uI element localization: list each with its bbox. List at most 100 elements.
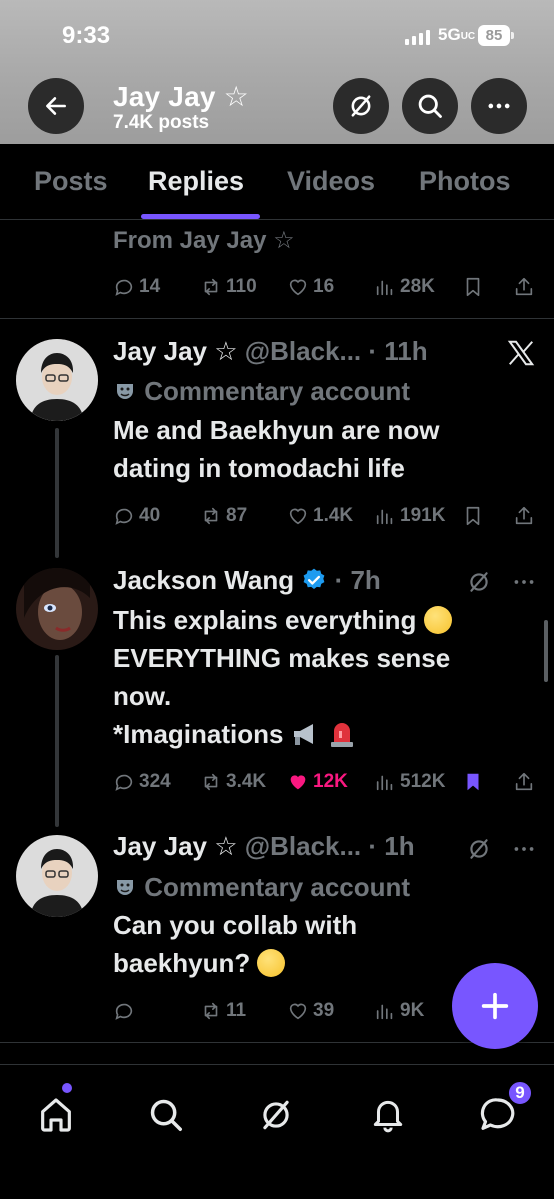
views-button[interactable]: 191K xyxy=(374,501,445,531)
tab-replies[interactable]: Replies xyxy=(148,166,244,197)
grok-icon[interactable] xyxy=(466,569,492,595)
post-text-line: now. xyxy=(113,681,172,711)
views-button[interactable]: 28K xyxy=(374,272,435,302)
heart-icon xyxy=(289,508,307,525)
status-time: 9:33 xyxy=(62,22,111,49)
thread-line xyxy=(55,655,59,827)
commentary-badge: Commentary account xyxy=(113,376,410,407)
like-button[interactable]: 12K xyxy=(287,767,348,797)
tab-posts[interactable]: Posts xyxy=(34,166,108,197)
reply-button[interactable]: 14 xyxy=(113,272,160,302)
repost-count: 110 xyxy=(226,276,257,297)
arrow-left-icon xyxy=(46,97,66,115)
author-name[interactable]: Jay Jay ☆ xyxy=(113,336,238,366)
scrollbar[interactable] xyxy=(544,620,548,682)
repost-button[interactable]: 87 xyxy=(200,501,247,531)
post-actions: 324 3.4K 12K 512K xyxy=(0,767,554,797)
post-text-line: *Imaginations xyxy=(113,715,513,753)
author-handle-time: @Black... · 11h xyxy=(244,336,428,366)
reply-button[interactable]: 324 xyxy=(113,767,171,797)
reply-icon xyxy=(115,508,133,525)
quoted-source-line: From Jay Jay ☆ xyxy=(113,227,295,254)
bookmark-button[interactable] xyxy=(462,272,484,302)
avatar-photo xyxy=(16,339,98,421)
post-divider xyxy=(0,318,554,319)
bookmark-icon xyxy=(466,506,480,526)
more-horizontal-icon xyxy=(488,103,510,109)
reply-button[interactable]: 40 xyxy=(113,501,160,531)
nav-home[interactable] xyxy=(28,1087,84,1143)
reply-count: 324 xyxy=(139,771,171,792)
post-time: · 7h xyxy=(334,565,381,595)
like-button[interactable]: 16 xyxy=(287,272,334,302)
repost-button[interactable]: 11 xyxy=(200,996,246,1026)
repost-icon xyxy=(204,773,218,791)
repost-icon xyxy=(204,507,218,525)
author-name[interactable]: Jay Jay ☆ xyxy=(113,831,238,861)
x-logo-icon xyxy=(507,340,535,366)
more-horizontal-icon[interactable] xyxy=(510,836,538,862)
pleading-face-icon xyxy=(257,949,286,977)
like-button[interactable]: 39 xyxy=(287,996,334,1026)
post-author-line: Jay Jay ☆ @Black... · 1h xyxy=(113,831,415,862)
views-button[interactable]: 9K xyxy=(374,996,424,1026)
reply-icon xyxy=(115,774,133,791)
like-button[interactable]: 1.4K xyxy=(287,501,353,531)
share-icon xyxy=(515,506,533,525)
more-horizontal-icon[interactable] xyxy=(510,569,538,595)
messages-badge: 9 xyxy=(507,1080,533,1106)
profile-tabs: Posts Replies Videos Photos xyxy=(0,144,554,220)
bottom-navigation xyxy=(0,1064,554,1199)
badge-label: Commentary account xyxy=(144,872,411,902)
view-count: 512K xyxy=(400,771,446,792)
plus-icon xyxy=(481,992,509,1020)
like-count: 16 xyxy=(313,276,335,297)
avatar[interactable] xyxy=(16,568,98,650)
post-text: Can you collab with baekhyun? xyxy=(113,906,513,982)
post-author-line: Jay Jay ☆ @Black... · 11h xyxy=(113,336,428,367)
police-light-icon xyxy=(330,723,353,747)
nav-explore[interactable] xyxy=(138,1087,194,1143)
compose-post-button[interactable] xyxy=(452,963,538,1049)
tab-photos[interactable]: Photos xyxy=(419,166,511,197)
back-button[interactable] xyxy=(28,78,84,134)
avatar[interactable] xyxy=(16,339,98,421)
nav-grok[interactable] xyxy=(248,1087,304,1143)
bookmark-button[interactable] xyxy=(462,501,484,531)
avatar-photo xyxy=(16,568,98,650)
search-button[interactable] xyxy=(402,78,458,134)
tab-videos[interactable]: Videos xyxy=(287,166,375,197)
views-chart-icon xyxy=(376,775,393,791)
views-chart-icon xyxy=(376,280,393,296)
views-button[interactable]: 512K xyxy=(374,767,445,797)
theater-mask-icon xyxy=(117,880,133,895)
repost-button[interactable]: 3.4K xyxy=(200,767,266,797)
view-count: 191K xyxy=(400,505,446,526)
new-posts-dot xyxy=(62,1083,72,1093)
profile-posts-count: 7.4K posts xyxy=(113,112,210,133)
author-name[interactable]: Jackson Wang xyxy=(113,565,294,595)
repost-button[interactable]: 110 xyxy=(200,272,257,302)
signal-icon xyxy=(405,30,430,45)
reply-button[interactable] xyxy=(113,996,139,1026)
profile-name: Jay Jay ☆ xyxy=(113,81,249,112)
bookmark-button[interactable] xyxy=(462,767,484,797)
view-count: 28K xyxy=(400,276,435,297)
nav-notifications[interactable] xyxy=(360,1087,416,1143)
share-button[interactable] xyxy=(513,501,535,531)
heart-filled-icon xyxy=(290,775,306,790)
repost-count: 87 xyxy=(226,505,248,526)
grok-icon[interactable] xyxy=(466,836,492,862)
post-text-line: dating in tomodachi life xyxy=(113,453,405,483)
grok-button[interactable] xyxy=(333,78,389,134)
avatar[interactable] xyxy=(16,835,98,917)
more-options-button[interactable] xyxy=(471,78,527,134)
battery-icon: 85 xyxy=(478,25,514,46)
share-icon xyxy=(515,277,533,296)
repost-icon xyxy=(204,278,218,296)
share-button[interactable] xyxy=(513,767,535,797)
bookmark-filled-icon xyxy=(467,773,479,791)
slightly-smiling-face-icon xyxy=(423,606,452,634)
share-button[interactable] xyxy=(513,272,535,302)
reply-count: 14 xyxy=(139,276,161,297)
